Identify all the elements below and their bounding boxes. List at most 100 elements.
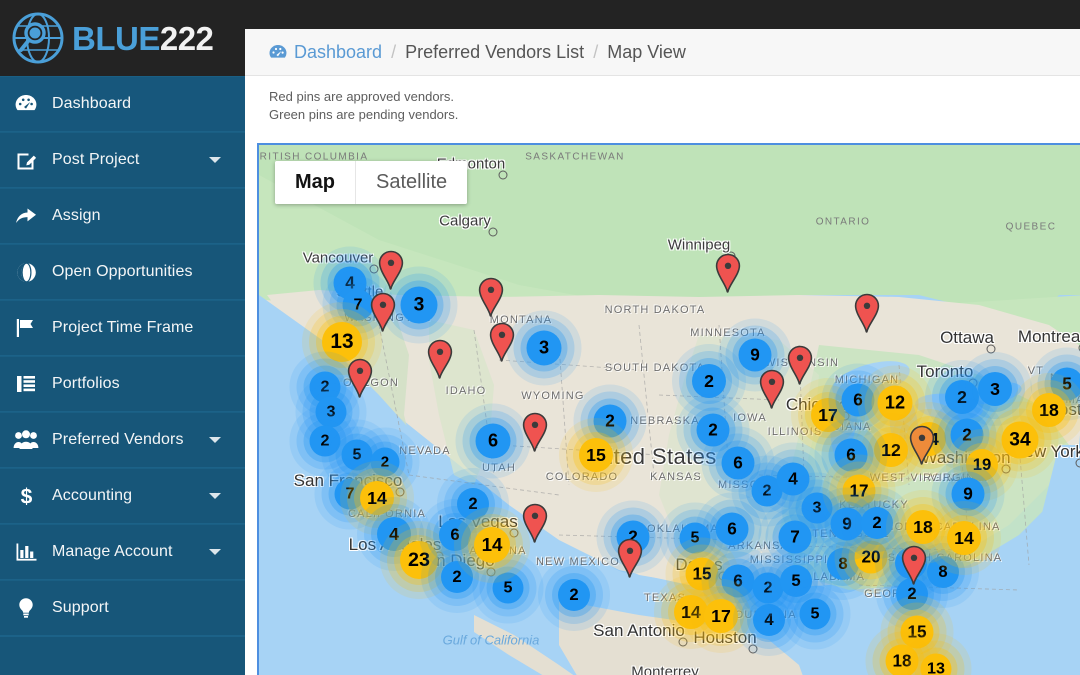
map-cluster-marker[interactable]: 18 (885, 644, 919, 675)
sidebar-item-manage-account[interactable]: Manage Account (0, 524, 245, 580)
map-cluster-marker[interactable]: 5 (492, 572, 524, 604)
map-vendor-pin-red[interactable] (521, 503, 549, 543)
flag-icon (0, 318, 52, 338)
map-vendor-pin-orange[interactable] (908, 425, 936, 465)
map-cluster-marker[interactable]: 19 (966, 449, 998, 481)
map-cluster-marker[interactable]: 18 (1032, 393, 1066, 427)
city-dot-icon (1075, 458, 1080, 468)
sidebar-item-post-project[interactable]: Post Project (0, 132, 245, 188)
map-cluster-marker[interactable]: 6 (475, 423, 511, 459)
map-cluster-marker[interactable]: 2 (558, 579, 590, 611)
map-cluster-marker[interactable]: 8 (927, 556, 959, 588)
map-cluster-marker[interactable]: 15 (579, 438, 613, 472)
map-cluster-marker[interactable]: 3 (315, 396, 347, 428)
map-cluster-marker[interactable]: 3 (526, 330, 562, 366)
map-cluster-marker[interactable]: 34 (1001, 421, 1039, 459)
map-vendor-pin-red[interactable] (758, 369, 786, 409)
map-cluster-marker[interactable]: 23 (400, 541, 438, 579)
map-cluster-marker[interactable]: 2 (696, 413, 730, 447)
map-cluster-marker[interactable]: 4 (776, 462, 810, 496)
chevron-down-icon[interactable] (209, 157, 221, 163)
map-vendor-pin-red[interactable] (369, 292, 397, 332)
brand-title-part2: 222 (159, 19, 214, 57)
sidebar-item-label: Project Time Frame (52, 319, 194, 336)
chevron-down-icon[interactable] (209, 437, 221, 443)
map-cluster-marker[interactable]: 13 (322, 322, 362, 362)
map-cluster-marker[interactable]: 15 (685, 557, 719, 591)
map-cluster-marker[interactable]: 2 (692, 364, 726, 398)
chevron-down-icon[interactable] (209, 549, 221, 555)
map-cluster-marker[interactable]: 14 (360, 481, 394, 515)
map-cluster-marker[interactable]: 4 (753, 604, 785, 636)
map-cluster-marker[interactable]: 3 (400, 286, 438, 324)
chevron-down-icon[interactable] (209, 493, 221, 499)
map-cluster-marker[interactable]: 6 (715, 512, 749, 546)
map-cluster-marker[interactable]: 2 (441, 561, 473, 593)
map-cluster-marker[interactable]: 2 (309, 425, 341, 457)
map-cluster-marker[interactable]: 6 (841, 383, 875, 417)
map-cluster-marker[interactable]: 14 (674, 595, 708, 629)
map-cluster-marker[interactable]: 9 (830, 507, 864, 541)
map-vendor-pin-red[interactable] (853, 293, 881, 333)
breadcrumb-item-preferred-vendors-list[interactable]: Preferred Vendors List (405, 42, 584, 63)
sidebar-item-support[interactable]: Support (0, 580, 245, 636)
sidebar-item-accounting[interactable]: $ Accounting (0, 468, 245, 524)
map-cluster-marker[interactable]: 6 (439, 519, 471, 551)
map-vendor-pin-red[interactable] (377, 250, 405, 290)
map-vendor-pin-red[interactable] (477, 277, 505, 317)
map-cluster-marker[interactable]: 5 (679, 522, 711, 554)
map-cluster-marker[interactable]: 2 (457, 488, 489, 520)
map-cluster-marker[interactable]: 17 (704, 599, 738, 633)
map-cluster-marker[interactable]: 20 (854, 540, 888, 574)
map-cluster-marker[interactable]: 5 (799, 598, 831, 630)
sidebar-item-label: Post Project (52, 151, 140, 168)
map-type-map-button[interactable]: Map (275, 161, 356, 204)
map-cluster-marker[interactable]: 2 (950, 418, 984, 452)
map-vendor-pin-red[interactable] (426, 339, 454, 379)
map-cluster-marker[interactable]: 12 (874, 433, 908, 467)
city-dot-icon (488, 227, 498, 237)
map-cluster-marker[interactable]: 2 (370, 447, 400, 477)
sidebar-item-open-opportunities[interactable]: Open Opportunities (0, 244, 245, 300)
map-cluster-marker[interactable]: 3 (801, 492, 833, 524)
map-vendor-pin-red[interactable] (714, 253, 742, 293)
map-vendor-pin-red[interactable] (786, 345, 814, 385)
map-cluster-marker[interactable]: 14 (474, 527, 510, 563)
map-cluster-marker[interactable]: 9 (951, 477, 985, 511)
map-cluster-marker[interactable]: 5 (341, 439, 373, 471)
map-cluster-marker[interactable]: 2 (945, 380, 979, 414)
map-cluster-marker[interactable]: 15 (900, 615, 934, 649)
map-cluster-marker[interactable]: 2 (593, 404, 627, 438)
map-cluster-marker[interactable]: 6 (721, 446, 755, 480)
map-container[interactable]: Map Satellite BRITISH COLUMBIA SASKATCHEW… (257, 143, 1080, 675)
map-cluster-marker[interactable]: 7 (778, 520, 812, 554)
sidebar-item-preferred-vendors[interactable]: Preferred Vendors (0, 412, 245, 468)
map-vendor-pin-red[interactable] (346, 358, 374, 398)
map-cluster-marker[interactable]: 14 (947, 521, 981, 555)
brand-header[interactable]: BLUE222 (0, 0, 245, 76)
map-cluster-marker[interactable]: 6 (834, 438, 868, 472)
map-cluster-marker[interactable]: 6 (721, 564, 755, 598)
sidebar-item-project-time-frame[interactable]: Project Time Frame (0, 300, 245, 356)
sidebar-item-dashboard[interactable]: Dashboard (0, 76, 245, 132)
map-cluster-marker[interactable]: 2 (752, 572, 784, 604)
map-cluster-marker[interactable]: 5 (780, 565, 812, 597)
sidebar-item-assign[interactable]: Assign (0, 188, 245, 244)
map-cluster-marker[interactable]: 18 (906, 510, 940, 544)
map-cluster-marker[interactable]: 17 (811, 398, 845, 432)
map-cluster-marker[interactable]: 2 (861, 507, 893, 539)
map-vendor-pin-red[interactable] (900, 545, 928, 585)
map-cluster-marker[interactable]: 17 (842, 474, 876, 508)
map-type-satellite-button[interactable]: Satellite (356, 161, 468, 204)
map-vendor-pin-red[interactable] (521, 412, 549, 452)
map-cluster-marker[interactable]: 12 (877, 385, 913, 421)
map-cluster-marker[interactable]: 3 (978, 372, 1012, 406)
map-type-control[interactable]: Map Satellite (275, 161, 468, 204)
map-vendor-pin-red[interactable] (616, 538, 644, 578)
map-canvas[interactable]: Map Satellite BRITISH COLUMBIA SASKATCHEW… (259, 145, 1080, 675)
sidebar-item-portfolios[interactable]: Portfolios (0, 356, 245, 412)
breadcrumb-item-dashboard[interactable]: Dashboard (294, 42, 382, 63)
map-cluster-marker[interactable]: 9 (738, 338, 772, 372)
map-vendor-pin-red[interactable] (488, 322, 516, 362)
city-dot-icon (748, 644, 758, 654)
